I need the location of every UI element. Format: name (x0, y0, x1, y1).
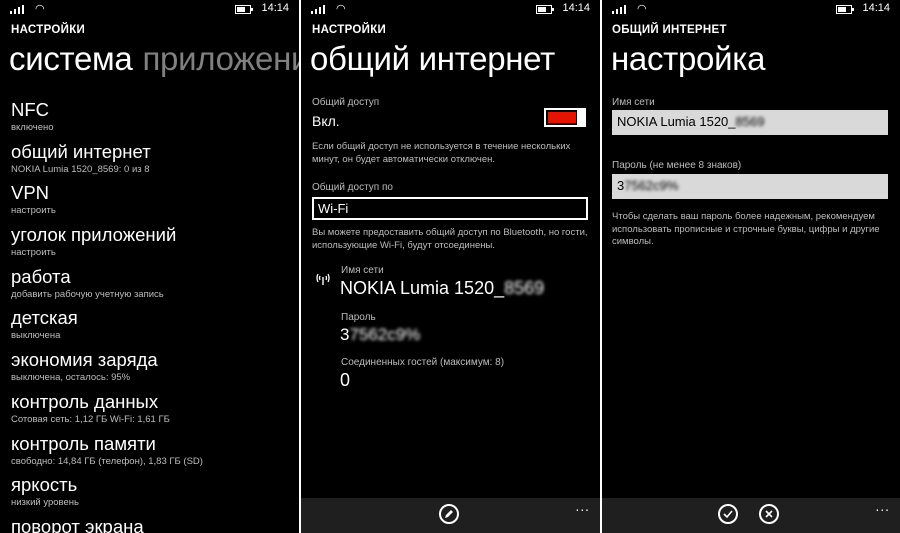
item-subtitle: настроить (11, 205, 56, 217)
item-subtitle: NOKIA Lumia 1520_8569: 0 из 8 (11, 163, 150, 175)
item-title: контроль данных (11, 390, 159, 412)
settings-item-nfc[interactable]: NFC включено (11, 98, 295, 140)
network-name-value: NOKIA Lumia 1520_8569 (340, 278, 544, 299)
item-title: уголок приложений (11, 224, 177, 246)
password-label: Пароль (не менее 8 знаков) (612, 160, 742, 171)
password-value: 37562c9% (340, 325, 420, 345)
item-title: поворот экрана (11, 515, 144, 533)
settings-item-vpn[interactable]: VPN настроить (11, 181, 295, 223)
password-redacted: 7562c9% (624, 178, 679, 193)
settings-item-brightness[interactable]: яркость низкий уровень (11, 473, 295, 515)
status-bar: ◠ 14:14 (602, 0, 900, 18)
wifi-icon (316, 273, 330, 285)
clock: 14:14 (862, 2, 890, 14)
pivot-header: системаприложения (9, 40, 299, 78)
settings-item-storage-sense[interactable]: контроль памяти свободно: 14,84 ГБ (телеф… (11, 432, 295, 474)
network-name-text: NOKIA Lumia 1520_ (340, 278, 505, 298)
network-name-redacted: 8569 (735, 114, 765, 129)
guests-label: Соединенных гостей (максимум: 8) (341, 357, 505, 368)
battery-icon (536, 5, 554, 14)
edit-button[interactable] (439, 504, 459, 524)
item-subtitle: Сотовая сеть: 1,12 ГБ Wi-Fi: 1,61 ГБ (11, 413, 170, 425)
signal-icon (10, 4, 28, 14)
network-name-input[interactable]: NOKIA Lumia 1520_8569 (612, 110, 888, 135)
password-label: Пароль (341, 312, 376, 323)
settings-item-screen-rotation[interactable]: поворот экрана (11, 515, 295, 533)
share-over-select[interactable]: Wi-Fi (312, 197, 588, 220)
app-bar: ... (301, 498, 600, 533)
item-title: NFC (11, 99, 50, 120)
sharing-toggle[interactable] (544, 108, 586, 127)
settings-list: NFC включено общий интернет NOKIA Lumia 15… (11, 98, 295, 533)
password-redacted: 7562c9% (349, 325, 421, 344)
sharing-setup-screen: ◠ 14:14 ОБЩИЙ ИНТЕРНЕТ настройка Имя сет… (602, 0, 900, 533)
clock: 14:14 (261, 2, 289, 14)
signal-icon (311, 4, 329, 14)
password-text: 3 (617, 178, 625, 193)
network-name-label: Имя сети (612, 97, 655, 108)
network-name-redacted: 8569 (504, 278, 545, 298)
check-icon (723, 510, 733, 519)
share-over-label: Общий доступ по (312, 182, 393, 193)
app-title: ОБЩИЙ ИНТЕРНЕТ (612, 24, 727, 36)
item-title: VPN (11, 182, 50, 204)
sharing-state: Вкл. (312, 113, 340, 129)
item-title: контроль памяти (11, 432, 156, 454)
item-title: яркость (11, 474, 78, 496)
item-subtitle: низкий уровень (11, 497, 79, 509)
settings-item-internet-sharing[interactable]: общий интернет NOKIA Lumia 1520_8569: 0 и… (11, 140, 295, 182)
cancel-button[interactable] (759, 504, 779, 524)
internet-sharing-screen: ◠ 14:14 НАСТРОЙКИ общий интернет Общий д… (301, 0, 600, 533)
wifi-status-icon: ◠ (336, 2, 346, 15)
wifi-status-icon: ◠ (35, 2, 45, 15)
password-text: 3 (340, 325, 350, 344)
battery-icon (235, 5, 253, 14)
settings-item-battery-saver[interactable]: экономия заряда выключена, осталось: 95% (11, 348, 295, 390)
item-subtitle: добавить рабочую учетную запись (11, 288, 164, 300)
close-icon (765, 510, 773, 518)
sharing-label: Общий доступ (312, 97, 380, 108)
item-title: детская (11, 307, 78, 329)
item-subtitle: свободно: 14,84 ГБ (телефон), 1,83 ГБ (S… (11, 455, 203, 467)
more-button[interactable]: ... (876, 500, 890, 514)
item-subtitle: выключена, осталось: 95% (11, 372, 131, 384)
pivot-next[interactable]: приложения (142, 40, 299, 77)
network-name-text: NOKIA Lumia 1520_ (617, 114, 736, 129)
more-button[interactable]: ... (576, 500, 590, 514)
page-title: настройка (611, 40, 766, 77)
pivot-current[interactable]: система (9, 40, 133, 77)
sharing-help: Если общий доступ не используется в тече… (312, 141, 571, 165)
password-help: Чтобы сделать ваш пароль более надежным,… (612, 211, 880, 247)
settings-item-data-sense[interactable]: контроль данных Сотовая сеть: 1,12 ГБ Wi-… (11, 390, 295, 432)
battery-icon (836, 5, 854, 14)
network-name-label: Имя сети (341, 265, 384, 276)
password-input[interactable]: 37562c9% (612, 174, 888, 199)
signal-icon (612, 4, 630, 14)
page-title: общий интернет (310, 40, 555, 77)
item-subtitle: выключена (11, 330, 61, 342)
status-bar: ◠ 14:14 (301, 0, 600, 18)
app-title: НАСТРОЙКИ (11, 24, 86, 36)
item-subtitle: настроить (11, 247, 56, 259)
item-title: экономия заряда (11, 349, 158, 371)
status-bar: ◠ 14:14 (0, 0, 299, 18)
settings-item-apps-corner[interactable]: уголок приложений настроить (11, 223, 295, 265)
guests-count: 0 (340, 370, 351, 390)
app-bar: ... (602, 498, 900, 533)
settings-system-screen: ◠ 14:14 НАСТРОЙКИ системаприложения NFC в… (0, 0, 299, 533)
item-subtitle: включено (11, 122, 54, 133)
settings-item-kids-corner[interactable]: детская выключена (11, 306, 295, 348)
share-over-help: Вы можете предоставить общий доступ по B… (312, 227, 588, 251)
item-title: работа (11, 265, 71, 287)
pencil-icon (445, 510, 453, 518)
settings-item-workplace[interactable]: работа добавить рабочую учетную запись (11, 265, 295, 307)
wifi-status-icon: ◠ (637, 2, 647, 15)
done-button[interactable] (718, 504, 738, 524)
clock: 14:14 (562, 2, 590, 14)
item-title: общий интернет (11, 140, 151, 162)
app-title: НАСТРОЙКИ (312, 24, 387, 36)
